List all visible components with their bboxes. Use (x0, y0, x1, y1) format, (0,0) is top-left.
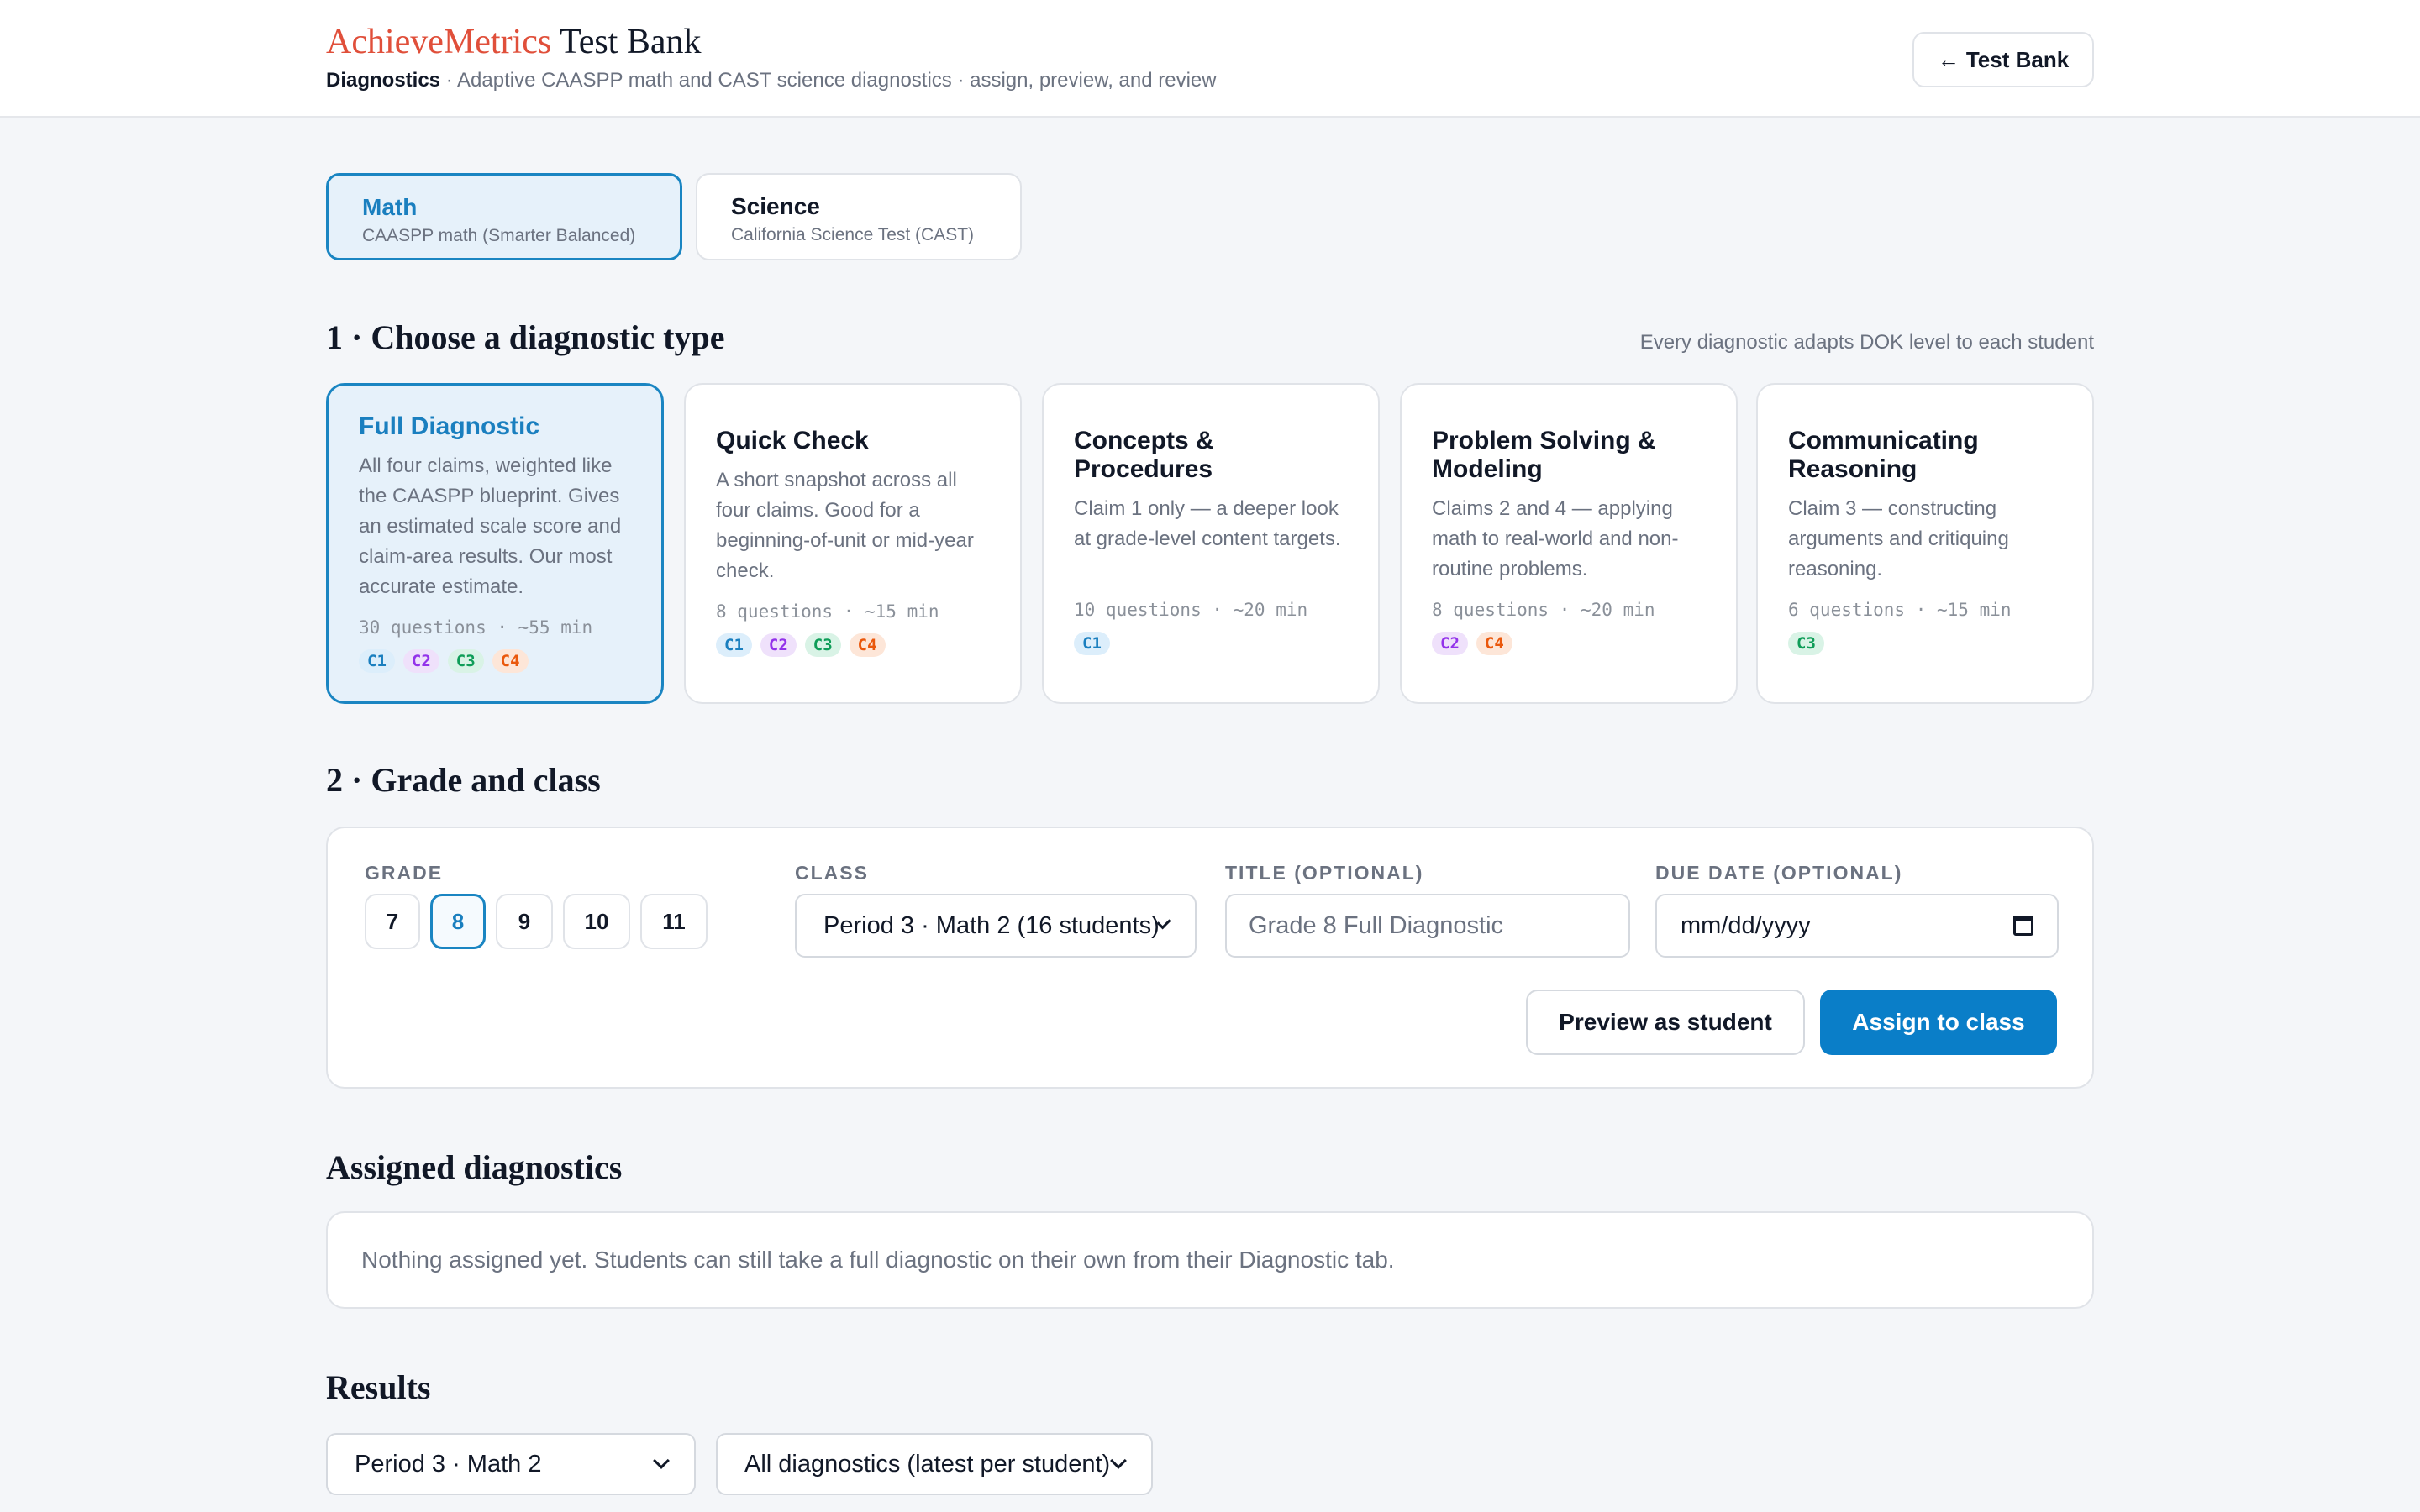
results-diagnostic-select[interactable]: All diagnostics (latest per student) (716, 1433, 1153, 1495)
diagnostic-card-concepts-procedures[interactable]: Concepts & Procedures Claim 1 only — a d… (1042, 383, 1380, 704)
diagnostic-card-title: Communicating Reasoning (1788, 427, 1979, 483)
brand-suffix: Test Bank (551, 23, 702, 61)
section-title-results: Results (326, 1368, 431, 1406)
results-diagnostic-value: All diagnostics (latest per student) (744, 1450, 1111, 1478)
class-select-value: Period 3 · Math 2 (16 students) (823, 911, 1160, 939)
diagnostic-card-description: Claim 3 — constructing arguments and cri… (1788, 497, 2009, 580)
diagnostic-card-problem-solving[interactable]: Problem Solving & Modeling Claims 2 and … (1400, 383, 1738, 704)
due-date-value: mm/dd/yyyy (1681, 911, 1811, 939)
preview-as-student-button[interactable]: Preview as student (1526, 990, 1805, 1055)
chevron-down-icon (1110, 1452, 1127, 1469)
tab-math-subtitle: CAASPP math (Smarter Balanced) (362, 226, 636, 245)
due-date-label: DUE DATE (OPTIONAL) (1655, 862, 1903, 884)
due-date-input[interactable]: mm/dd/yyyy (1655, 894, 2059, 958)
grade-option-9[interactable]: 9 (496, 894, 553, 949)
brand-name: AchieveMetrics (326, 23, 552, 61)
diagnostic-card-title: Quick Check (716, 427, 869, 454)
diagnostic-card-quick-check[interactable]: Quick Check A short snapshot across all … (684, 383, 1022, 704)
claim-chips: C3 (1788, 632, 2062, 655)
claim-chips: C2 C4 (1432, 632, 1706, 655)
grade-option-7[interactable]: 7 (365, 894, 420, 949)
diagnostic-card-communicating-reasoning[interactable]: Communicating Reasoning Claim 3 — constr… (1756, 383, 2094, 704)
results-class-value: Period 3 · Math 2 (355, 1450, 542, 1478)
diagnostic-card-title: Full Diagnostic (359, 412, 540, 440)
results-class-select[interactable]: Period 3 · Math 2 (326, 1433, 696, 1495)
claim-chip-c1: C1 (359, 649, 395, 673)
claim-chip-c1: C1 (716, 633, 752, 657)
claim-chips: C1 C2 C3 C4 (716, 633, 990, 657)
diagnostic-card-description: Claim 1 only — a deeper look at grade-le… (1074, 497, 1341, 550)
tab-science[interactable]: Science California Science Test (CAST) (696, 173, 1022, 260)
diagnostic-card-description: A short snapshot across all four claims.… (716, 469, 974, 582)
arrow-left-icon: ← (1937, 46, 1960, 72)
tab-science-title: Science (731, 193, 820, 219)
back-button-label: Test Bank (1965, 46, 2070, 72)
diagnostic-card-meta: 8 questions · ~15 min (716, 601, 939, 622)
claim-chip-c2: C2 (402, 649, 439, 673)
tab-math[interactable]: Math CAASPP math (Smarter Balanced) (326, 173, 682, 260)
section-title-assigned: Assigned diagnostics (326, 1148, 623, 1186)
section-title-grade-class: 2 · Grade and class (326, 761, 601, 799)
claim-chip-c1: C1 (1074, 632, 1110, 655)
title-label: TITLE (OPTIONAL) (1225, 862, 1424, 884)
diagnostic-card-title: Problem Solving & Modeling (1432, 427, 1656, 483)
tab-math-title: Math (362, 194, 418, 220)
grade-option-11[interactable]: 11 (640, 894, 708, 949)
calendar-icon[interactable] (2013, 916, 2033, 936)
claim-chip-c3: C3 (1788, 632, 1824, 655)
diagnostic-card-meta: 8 questions · ~20 min (1432, 600, 1655, 620)
claim-chip-c4: C4 (492, 649, 529, 673)
diagnostic-card-meta: 10 questions · ~20 min (1074, 600, 1308, 620)
claim-chip-c3: C3 (447, 649, 484, 673)
page-section: Diagnostics (326, 69, 441, 92)
assign-to-class-button[interactable]: Assign to class (1820, 990, 2057, 1055)
claim-chips: C1 C2 C3 C4 (359, 649, 631, 673)
class-select[interactable]: Period 3 · Math 2 (16 students) (795, 894, 1197, 958)
tab-science-subtitle: California Science Test (CAST) (731, 225, 975, 244)
grade-label: GRADE (365, 862, 444, 884)
grade-option-10[interactable]: 10 (563, 894, 630, 949)
claim-chip-c4: C4 (1476, 632, 1512, 655)
grade-option-8[interactable]: 8 (430, 894, 486, 949)
claim-chips: C1 (1074, 632, 1348, 655)
claim-chip-c4: C4 (849, 633, 886, 657)
back-to-test-bank-button[interactable]: ← Test Bank (1912, 32, 2094, 87)
diagnostic-card-full[interactable]: Full Diagnostic All four claims, weighte… (326, 383, 664, 704)
chevron-down-icon (653, 1452, 670, 1469)
page-description: · Adaptive CAASPP math and CAST science … (440, 69, 1217, 92)
claim-chip-c2: C2 (760, 633, 797, 657)
app-title: AchieveMetrics Test Bank (326, 22, 702, 62)
page-subtitle: Diagnostics · Adaptive CAASPP math and C… (326, 69, 1217, 92)
claim-chip-c3: C3 (804, 633, 841, 657)
diagnostic-card-title: Concepts & Procedures (1074, 427, 1214, 483)
diagnostic-card-description: All four claims, weighted like the CAASP… (359, 454, 622, 598)
claim-chip-c2: C2 (1432, 632, 1468, 655)
title-input[interactable]: Grade 8 Full Diagnostic (1225, 894, 1630, 958)
diagnostic-card-meta: 6 questions · ~15 min (1788, 600, 2012, 620)
assigned-empty-state: Nothing assigned yet. Students can still… (326, 1211, 2094, 1309)
diagnostic-card-description: Claims 2 and 4 — applying math to real-w… (1432, 497, 1679, 580)
grade-class-panel: GRADE 7 8 9 10 11 CLASS Period 3 · Math … (326, 827, 2094, 1089)
section-title-diagnostic-type: 1 · Choose a diagnostic type (326, 318, 725, 356)
diagnostic-card-meta: 30 questions · ~55 min (359, 617, 593, 638)
class-label: CLASS (795, 862, 869, 884)
section-note-dok: Every diagnostic adapts DOK level to eac… (1639, 331, 2094, 354)
app-header: AchieveMetrics Test Bank Diagnostics · A… (0, 0, 2420, 118)
title-input-placeholder: Grade 8 Full Diagnostic (1249, 911, 1504, 939)
